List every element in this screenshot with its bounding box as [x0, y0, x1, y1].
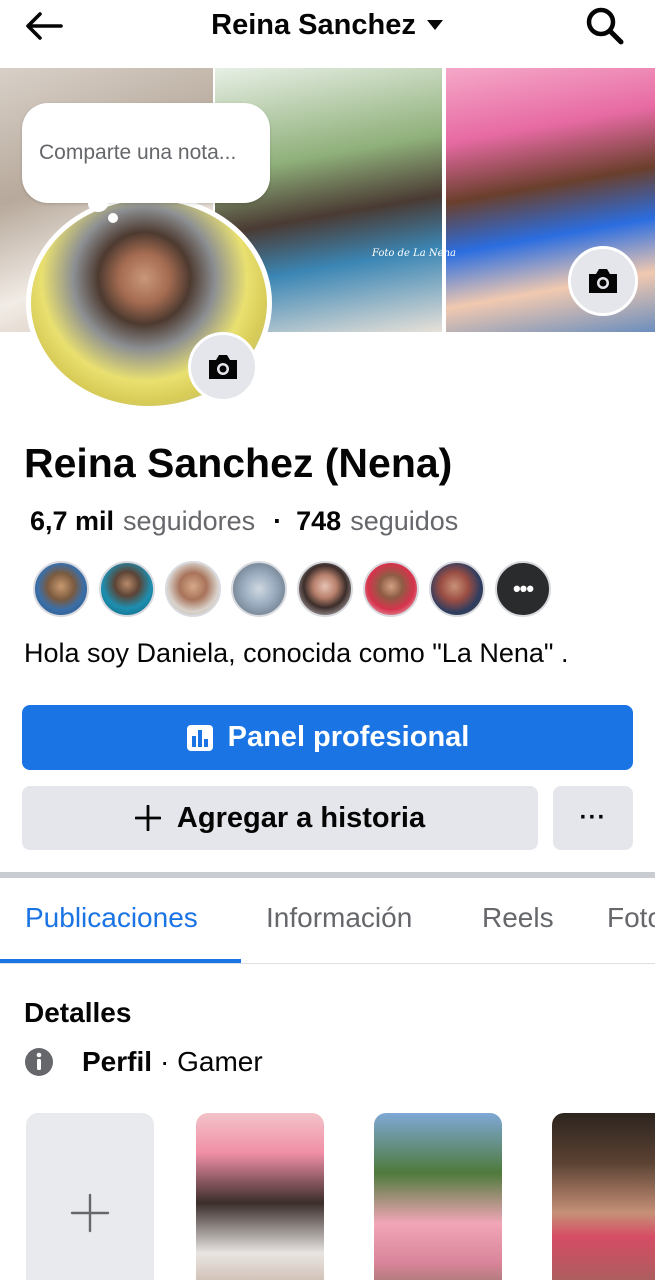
plus-icon	[134, 805, 161, 831]
professional-dashboard-button[interactable]: Panel profesional	[22, 705, 633, 770]
profile-bio: Hola soy Daniela, conocida como "La Nena…	[24, 638, 569, 668]
detail-row-profile: Perfil · Gamer	[24, 1046, 263, 1078]
tab-reels[interactable]: Reels	[482, 902, 554, 934]
active-tab-indicator	[0, 959, 241, 963]
featured-story[interactable]	[552, 1113, 655, 1280]
note-placeholder: Comparte una nota...	[39, 141, 237, 164]
featured-story[interactable]	[196, 1113, 324, 1280]
page-title: Reina Sanchez	[211, 8, 416, 41]
plus-icon	[70, 1193, 110, 1233]
tab-informacion[interactable]: Información	[266, 902, 412, 934]
follower-avatar[interactable]	[33, 561, 89, 617]
professional-dashboard-label: Panel profesional	[227, 721, 470, 753]
profile-switcher[interactable]: Reina Sanchez	[0, 0, 655, 50]
add-to-story-button[interactable]: Agregar a historia	[22, 786, 538, 850]
detail-value: · Gamer	[160, 1046, 263, 1077]
top-bar: Reina Sanchez	[0, 0, 655, 68]
follower-avatar[interactable]	[99, 561, 155, 617]
tab-fotos[interactable]: Fotos	[607, 902, 655, 934]
followers-label[interactable]: seguidores	[123, 506, 255, 537]
profile-name: Reina Sanchez (Nena)	[24, 440, 453, 486]
note-bubble-tail	[88, 196, 108, 212]
follower-avatars: •••	[33, 561, 551, 617]
camera-icon	[209, 355, 237, 379]
camera-icon	[589, 269, 617, 293]
note-bubble-tail-dot	[108, 213, 118, 223]
add-featured-button[interactable]	[26, 1113, 154, 1280]
search-icon	[586, 7, 624, 45]
featured-story[interactable]	[374, 1113, 502, 1280]
search-button[interactable]	[583, 4, 627, 48]
profile-tabs: Publicaciones Información Reels Fotos	[0, 878, 655, 964]
details-heading: Detalles	[24, 997, 132, 1028]
stats-separator: ·	[273, 506, 283, 536]
add-to-story-label: Agregar a historia	[176, 801, 426, 834]
detail-label: Perfil	[82, 1046, 153, 1077]
dashboard-chart-icon	[186, 724, 213, 751]
featured-stories	[26, 1113, 655, 1280]
follower-avatar[interactable]	[231, 561, 287, 617]
cover-watermark: Foto de La Nena	[372, 248, 456, 259]
follower-avatar[interactable]	[363, 561, 419, 617]
following-label[interactable]: seguidos	[350, 506, 458, 537]
follower-avatar[interactable]	[297, 561, 353, 617]
follower-avatar[interactable]	[429, 561, 485, 617]
following-count[interactable]: 748	[296, 506, 341, 537]
note-bubble[interactable]: Comparte una nota...	[22, 103, 270, 203]
follow-stats: 6,7 mil seguidores · 748 seguidos	[30, 506, 458, 537]
ellipsis-icon: •••	[512, 576, 534, 601]
more-followers-button[interactable]: •••	[495, 561, 551, 617]
edit-cover-button[interactable]	[568, 246, 638, 316]
followers-count[interactable]: 6,7 mil	[30, 506, 114, 537]
info-icon	[25, 1048, 53, 1076]
more-options-button[interactable]: ···	[553, 786, 633, 850]
edit-avatar-button[interactable]	[188, 332, 258, 402]
tab-publicaciones[interactable]: Publicaciones	[25, 902, 198, 934]
caret-down-icon	[426, 20, 443, 30]
ellipsis-icon: ···	[579, 804, 607, 831]
follower-avatar[interactable]	[165, 561, 221, 617]
